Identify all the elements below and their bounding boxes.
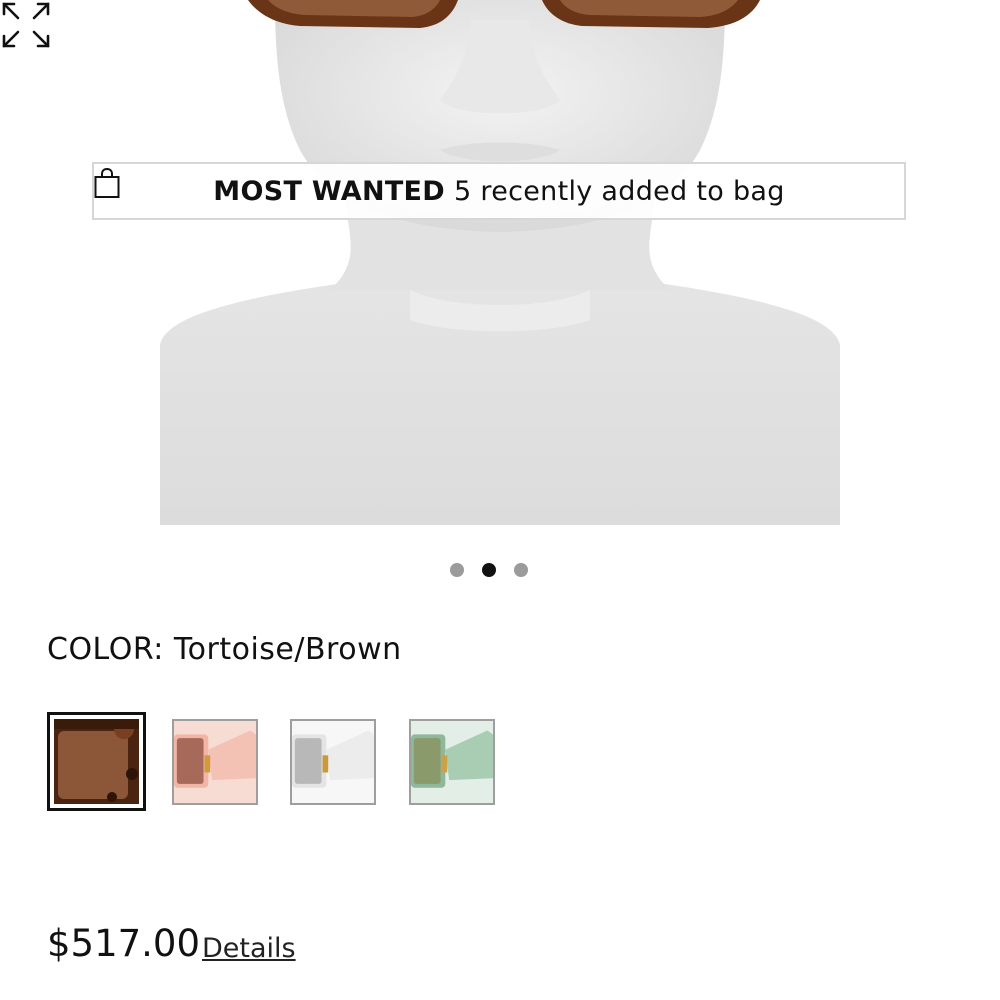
swatch-tortoise-brown[interactable] <box>47 712 146 811</box>
banner-highlight: MOST WANTED <box>213 175 446 207</box>
swatch-tortoise-image <box>54 719 139 804</box>
gallery-pagination <box>450 563 528 577</box>
shopping-bag-icon <box>94 168 120 198</box>
product-image[interactable]: MOST WANTED 5 recently added to bag <box>0 0 1000 525</box>
color-selection-label: COLOR: Tortoise/Brown <box>47 632 402 667</box>
swatch-pink-image <box>174 721 256 803</box>
gallery-dot-1[interactable] <box>450 563 464 577</box>
swatch-white[interactable] <box>290 719 376 805</box>
expand-arrows-icon[interactable] <box>0 0 52 50</box>
details-link[interactable]: Details <box>202 933 296 964</box>
banner-text: 5 recently added to bag <box>454 175 785 207</box>
product-price: $517.00 <box>47 922 201 965</box>
gallery-dot-2[interactable] <box>482 563 496 577</box>
swatch-white-image <box>292 721 374 803</box>
gallery-dot-3[interactable] <box>514 563 528 577</box>
most-wanted-banner: MOST WANTED 5 recently added to bag <box>92 162 906 220</box>
swatch-green[interactable] <box>409 719 495 805</box>
color-value: Tortoise/Brown <box>173 632 402 667</box>
swatch-green-image <box>411 721 493 803</box>
swatch-pink[interactable] <box>172 719 258 805</box>
mannequin-image <box>160 0 840 525</box>
color-label: COLOR: <box>47 632 164 667</box>
